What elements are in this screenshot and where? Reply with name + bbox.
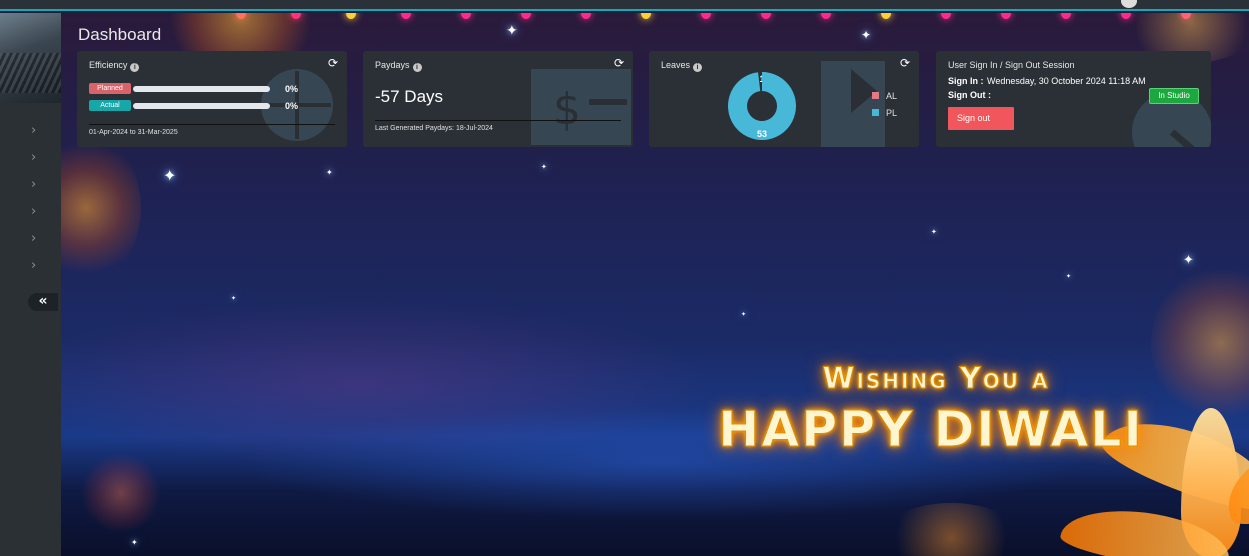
donut-label-pl: 53	[757, 129, 767, 139]
sparkle-icon: ✦	[1066, 273, 1072, 280]
firework-decoration	[881, 503, 1021, 556]
efficiency-card: Efficiency i ⟳ Planned 0% Actual 0% 01-Ap…	[77, 51, 347, 147]
sidebar: › › › › › › «	[0, 13, 61, 556]
legend-pl-swatch	[872, 109, 879, 116]
sparkle-icon: ✦	[931, 228, 937, 236]
info-icon[interactable]: i	[412, 63, 422, 72]
sparkle-icon: ✦	[163, 166, 177, 185]
efficiency-period: 01-Apr-2024 to 31-Mar-2025	[89, 129, 178, 136]
planned-progress-bar	[133, 86, 270, 92]
info-icon[interactable]: i	[130, 63, 140, 72]
legend-pl-label: PL	[886, 108, 898, 118]
refresh-icon[interactable]: ⟳	[900, 56, 910, 70]
refresh-icon[interactable]: ⟳	[328, 56, 338, 70]
firework-decoration	[81, 453, 161, 533]
page-title: Dashboard	[78, 25, 162, 44]
session-title: User Sign In / Sign Out Session	[948, 60, 1075, 70]
sidebar-banner-image	[0, 13, 61, 103]
paydays-value: -57 Days	[375, 87, 444, 106]
sparkle-icon: ✦	[506, 23, 518, 39]
sidebar-item-chevron-icon[interactable]: ›	[31, 204, 36, 219]
money-icon: $	[531, 69, 631, 145]
actual-progress-bar	[133, 103, 270, 109]
last-generated-paydays: Last Generated Paydays: 18-Jul-2024	[375, 125, 493, 132]
divider	[89, 124, 335, 125]
sidebar-item-chevron-icon[interactable]: ›	[31, 123, 36, 138]
sparkle-icon: ✦	[326, 168, 333, 177]
sidebar-item-chevron-icon[interactable]: ›	[31, 231, 36, 246]
paydays-card: $ Paydays i ⟳ -57 Days Last Generated Pay…	[363, 51, 633, 147]
legend-al-label: AL	[886, 91, 898, 101]
greeting-line-2: HAPPY DIWALI	[718, 401, 1144, 459]
firework-decoration	[1151, 263, 1249, 423]
sign-in-value: Wednesday, 30 October 2024 11:18 AM	[987, 76, 1146, 86]
sparkle-icon: ✦	[131, 538, 138, 547]
sign-out-button[interactable]: Sign out	[948, 107, 1014, 130]
sign-out-label: Sign Out :	[948, 90, 991, 100]
top-bar	[0, 0, 1249, 11]
leaves-donut-chart: 153	[728, 72, 796, 140]
greeting-line-1: Wishing You a	[822, 361, 1050, 396]
sparkle-icon: ✦	[1183, 253, 1194, 268]
status-badge: In Studio	[1149, 88, 1199, 104]
actual-badge: Actual	[89, 100, 131, 111]
paydays-title: Paydays i	[375, 60, 422, 72]
session-card: User Sign In / Sign Out Session Sign In …	[936, 51, 1211, 147]
legend-al-swatch	[872, 92, 879, 99]
sparkle-icon: ✦	[231, 295, 237, 302]
leaves-card: Leavesi ⟳ 153 AL PL	[649, 51, 919, 147]
sparkle-icon: ✦	[741, 311, 747, 318]
actual-percent: 0%	[285, 101, 299, 111]
sidebar-item-chevron-icon[interactable]: ›	[31, 258, 36, 273]
sparkle-icon: ✦	[861, 28, 872, 42]
sidebar-item-chevron-icon[interactable]: ›	[31, 177, 36, 192]
dashboard-main: ✦ ✦ ✦ ✦ ✦ ✦ ✦ ✦ ✦ ✦ ✦ Dashboard Efficien…	[61, 13, 1249, 556]
sidebar-item-chevron-icon[interactable]: ›	[31, 150, 36, 165]
sidebar-collapse-button[interactable]: «	[28, 293, 58, 311]
divider	[375, 120, 621, 121]
planned-badge: Planned	[89, 83, 131, 94]
planned-percent: 0%	[285, 84, 299, 94]
svg-text:$: $	[553, 84, 581, 135]
firework-decoration	[61, 133, 141, 283]
sign-in-label: Sign In :	[948, 76, 984, 86]
refresh-icon[interactable]: ⟳	[614, 56, 624, 70]
efficiency-title: Efficiency i	[89, 60, 140, 72]
sparkle-icon: ✦	[541, 163, 547, 171]
user-avatar-icon[interactable]	[1121, 0, 1137, 8]
leaves-title: Leaves i	[661, 60, 703, 72]
exit-door-icon	[821, 61, 885, 147]
info-icon[interactable]: i	[693, 63, 703, 72]
